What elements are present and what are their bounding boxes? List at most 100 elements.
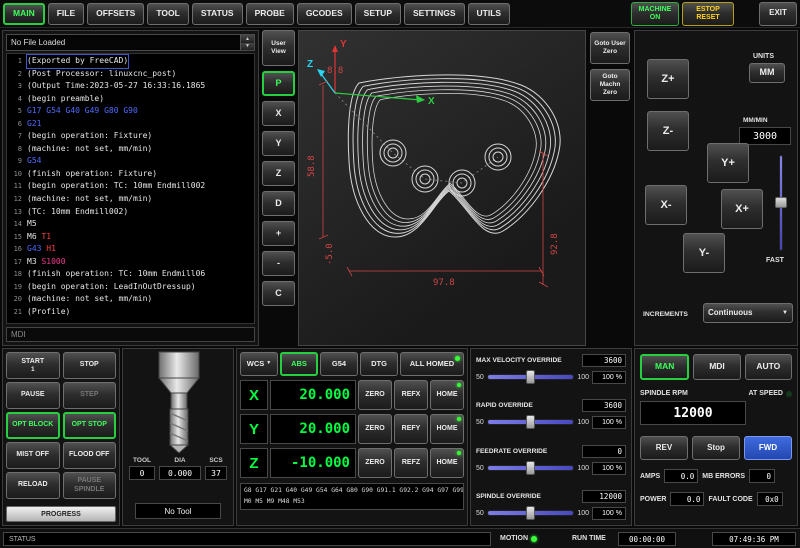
spin-up-icon[interactable]: ▲ (240, 35, 254, 43)
home-led (457, 417, 461, 421)
view-button[interactable]: Y (262, 131, 295, 156)
tool-panel: TOOL 0 DIA 0.000 SCS 37 No Tool (122, 348, 234, 526)
stop-button[interactable]: STOP (63, 352, 117, 379)
menu-item[interactable]: SETUP (355, 3, 401, 25)
gcode-line-number: 20 (7, 293, 22, 306)
gcode-line-number: 13 (7, 206, 22, 219)
opt-block-button[interactable]: OPT BLOCK (6, 412, 60, 439)
jog-y-plus-button[interactable]: Y+ (707, 143, 749, 183)
override-group: MAX VELOCITY OVERRIDE 3600 50 100 100 % (476, 354, 626, 384)
reload-button[interactable]: RELOAD (6, 472, 60, 499)
jog-speed-slider[interactable] (775, 155, 787, 251)
view-button[interactable]: P (262, 71, 295, 96)
gcode-preview[interactable]: Y Z X 8.8 58.8 -5.0 97.8 92.8 (298, 30, 586, 346)
units-button[interactable]: MM (749, 63, 785, 83)
jog-x-plus-button[interactable]: X+ (721, 189, 763, 229)
zero-axis-button[interactable]: ZERO (358, 448, 392, 478)
wcs-button[interactable]: WCS ▼ (240, 352, 278, 376)
zero-axis-button[interactable]: ZERO (358, 380, 392, 410)
override-slider[interactable] (487, 509, 575, 518)
override-slider-handle[interactable] (526, 370, 535, 384)
view-button[interactable]: X (262, 101, 295, 126)
goto-machine-zero-button[interactable]: Goto Machn Zero (590, 69, 630, 101)
pause-button[interactable]: PAUSE (6, 382, 60, 409)
ref-axis-button[interactable]: REFX (394, 380, 428, 410)
jog-y-minus-button[interactable]: Y- (683, 233, 725, 273)
view-button[interactable]: C (262, 281, 295, 306)
dtg-button[interactable]: DTG (360, 352, 398, 376)
home-label: HOME (437, 391, 458, 399)
abs-button[interactable]: ABS (280, 352, 318, 376)
file-combo[interactable]: No File Loaded ▲ ▼ (6, 34, 255, 51)
override-slider[interactable] (487, 418, 575, 427)
override-percent: 100 % (592, 462, 626, 475)
step-button[interactable]: STEP (63, 382, 117, 409)
menu-item[interactable]: MAIN (3, 3, 45, 25)
mdi-input[interactable]: MDI (6, 327, 255, 342)
gcode-line-text: (begin operation: TC: 10mm Endmill002 (27, 180, 205, 193)
menu-item[interactable]: FILE (48, 3, 84, 25)
mist-button[interactable]: MIST OFF (6, 442, 60, 469)
jog-slider-handle[interactable] (775, 197, 787, 208)
tool-scs-label: SCS (209, 457, 222, 464)
view-button[interactable]: User View (262, 30, 295, 66)
menu-item[interactable]: SETTINGS (404, 3, 465, 25)
override-slider-handle[interactable] (526, 415, 535, 429)
flood-button[interactable]: FLOOD OFF (63, 442, 117, 469)
auto-mode-button[interactable]: AUTO (745, 354, 792, 380)
mdi-mode-button[interactable]: MDI (693, 354, 740, 380)
spin-down-icon[interactable]: ▼ (240, 43, 254, 51)
menu-item[interactable]: UTILS (468, 3, 511, 25)
endmill-image (149, 351, 209, 455)
start-button[interactable]: START 1 (6, 352, 60, 379)
menu-item[interactable]: GCODES (297, 3, 352, 25)
exit-button[interactable]: EXIT (759, 2, 797, 26)
jog-z-minus-button[interactable]: Z- (647, 111, 689, 151)
jog-x-minus-button[interactable]: X- (645, 185, 687, 225)
override-slider-handle[interactable] (526, 506, 535, 520)
man-mode-button[interactable]: MAN (640, 354, 689, 380)
gcode-segment: H1 (46, 244, 56, 253)
gcode-line-number: 9 (7, 155, 22, 168)
axis-letter: Z (240, 448, 268, 478)
estop-reset-button[interactable]: ESTOP RESET (682, 2, 734, 26)
zero-axis-button[interactable]: ZERO (358, 414, 392, 444)
menu-item[interactable]: OFFSETS (87, 3, 144, 25)
machine-on-button[interactable]: MACHINE ON (631, 2, 679, 26)
spindle-labels: SPINDLE RPM AT SPEED (640, 390, 792, 397)
override-slider[interactable] (487, 464, 575, 473)
home-axis-button[interactable]: HOME (430, 414, 464, 444)
spindle-rev-button[interactable]: REV (640, 436, 688, 460)
home-axis-button[interactable]: HOME (430, 448, 464, 478)
menu-item[interactable]: PROBE (246, 3, 294, 25)
menu-item[interactable]: TOOL (147, 3, 188, 25)
opt-stop-button[interactable]: OPT STOP (63, 412, 117, 439)
home-axis-button[interactable]: HOME (430, 380, 464, 410)
pause-spindle-button[interactable]: PAUSE SPINDLE (63, 472, 117, 499)
gcode-line-text: (begin operation: Fixture) (27, 130, 152, 143)
file-combo-arrows[interactable]: ▲ ▼ (240, 35, 254, 50)
jog-z-plus-button[interactable]: Z+ (647, 59, 689, 99)
ref-axis-button[interactable]: REFY (394, 414, 428, 444)
tool-dia-field: DIA 0.000 (159, 457, 201, 480)
ref-axis-button[interactable]: REFZ (394, 448, 428, 478)
gcode-line-number: 3 (7, 80, 22, 93)
g54-button[interactable]: G54 (320, 352, 358, 376)
program-control-panel: START 1 STOP PAUSE STEP OPT BLOCK OPT ST… (2, 348, 120, 526)
view-button[interactable]: Z (262, 161, 295, 186)
menu-item[interactable]: STATUS (192, 3, 243, 25)
spindle-stop-button[interactable]: Stop (692, 436, 740, 460)
view-button[interactable]: + (262, 221, 295, 246)
goto-user-zero-button[interactable]: Goto User Zero (590, 32, 630, 64)
gcode-view[interactable]: 1 (Exported by FreeCAD) 2 (Post Processo… (6, 53, 255, 324)
override-slider-handle[interactable] (526, 461, 535, 475)
view-button[interactable]: - (262, 251, 295, 276)
increment-select[interactable]: Continuous ▼ (703, 303, 793, 323)
gcode-line-text: M3 S1000 (27, 256, 66, 269)
axis-letter: Y (240, 414, 268, 444)
all-homed-button[interactable]: ALL HOMED (400, 352, 464, 376)
spindle-fwd-button[interactable]: FWD (744, 436, 792, 460)
override-slider[interactable] (487, 373, 575, 382)
gcode-line-text: G54 (27, 155, 41, 168)
view-button[interactable]: D (262, 191, 295, 216)
